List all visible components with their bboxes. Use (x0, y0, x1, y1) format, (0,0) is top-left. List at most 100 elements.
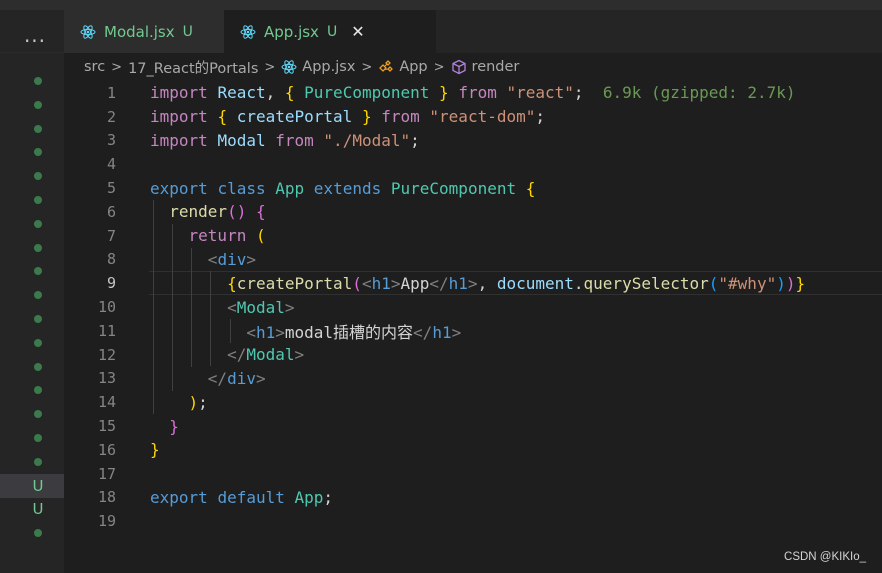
class-icon (379, 60, 394, 72)
dot-icon (34, 172, 42, 181)
git-dot-marker (0, 331, 64, 355)
line-number: 19 (97, 512, 116, 531)
code-text: ); (188, 392, 208, 412)
git-dot-marker (0, 140, 64, 164)
code-line: 9 {createPortal(<h1>App</h1>, document.q… (64, 271, 882, 295)
dot-icon (34, 124, 42, 133)
code-text: </div> (207, 368, 266, 388)
git-dot-marker (0, 283, 64, 307)
line-number: 9 (106, 274, 116, 293)
git-dot-marker (0, 259, 64, 283)
git-dot-marker (0, 93, 64, 117)
line-number: 15 (97, 417, 116, 436)
untracked-badge: U (32, 500, 44, 519)
line-number: 14 (97, 393, 116, 412)
breadcrumb: src > 17_React的Portals > App.jsx > App >… (64, 53, 882, 81)
git-dot-marker (0, 450, 64, 474)
git-dot-marker (0, 117, 64, 141)
tab-app-jsx[interactable]: App.jsx U ✕ (224, 10, 436, 53)
breadcrumb-item-class[interactable]: App (378, 59, 428, 75)
breadcrumb-item-method[interactable]: render (451, 59, 520, 75)
tab-modal-jsx[interactable]: Modal.jsx U (64, 10, 224, 53)
git-dot-marker (0, 69, 64, 93)
line-number: 13 (97, 369, 116, 388)
code-editor[interactable]: 1 import React, { PureComponent } from "r… (64, 81, 882, 573)
tab-label: App.jsx (264, 22, 319, 41)
code-line: 16} (64, 438, 882, 462)
code-text: <div> (207, 249, 256, 269)
code-line: 10 <Modal> (64, 295, 882, 319)
dot-icon (34, 77, 42, 85)
git-dot-marker (0, 212, 64, 236)
git-dot-marker (0, 402, 64, 426)
git-status-badge: U (326, 23, 338, 40)
git-status-badge: U (182, 23, 193, 40)
code-text: } (169, 416, 179, 436)
breadcrumb-item-file[interactable]: App.jsx (281, 59, 355, 75)
dot-icon (34, 362, 42, 371)
breadcrumb-label: 17_React的Portals (128, 60, 259, 77)
git-dot-marker (0, 355, 64, 379)
dot-icon (34, 386, 42, 395)
code-line: 3 import Modal from "./Modal"; (64, 129, 882, 153)
code-line: 6 render() { (64, 200, 882, 224)
git-dot-marker (0, 426, 64, 450)
dot-icon (34, 148, 42, 157)
git-dot-marker (0, 236, 64, 260)
line-number: 3 (106, 131, 116, 150)
code-text: export default App; (150, 487, 334, 507)
git-dot-marker (0, 188, 64, 212)
line-number: 17 (97, 464, 116, 483)
git-dot-marker (0, 307, 64, 331)
line-number: 8 (106, 250, 116, 269)
watermark: CSDN @KIKIo_ (784, 551, 866, 563)
react-icon (281, 60, 297, 74)
close-icon[interactable]: ✕ (351, 22, 364, 41)
dot-icon (34, 434, 42, 442)
git-untracked-marker: U (0, 497, 64, 521)
code-text: export class App extends PureComponent { (150, 178, 536, 198)
code-line: 19 (64, 509, 882, 533)
method-cube-icon (451, 59, 466, 75)
dot-icon (34, 100, 42, 109)
code-line: 4 (64, 152, 882, 176)
dot-icon (34, 315, 42, 323)
line-number: 5 (106, 179, 116, 198)
line-number: 7 (106, 226, 116, 245)
tab-label: Modal.jsx (104, 22, 175, 41)
code-line: 11 <h1>modal插槽的内容</h1> (64, 319, 882, 343)
breadcrumb-item-src[interactable]: src (84, 59, 105, 75)
git-dot-marker (0, 164, 64, 188)
code-text: <Modal> (227, 297, 295, 317)
line-number: 1 (106, 83, 116, 102)
code-text: <h1>modal插槽的内容</h1> (246, 322, 462, 342)
code-text: import Modal from "./Modal"; (150, 130, 420, 150)
more-actions-button[interactable]: ··· (20, 26, 50, 56)
dot-icon (34, 529, 42, 538)
code-line: 13 </div> (64, 367, 882, 391)
chevron-right-icon: > (361, 59, 373, 75)
react-icon (80, 24, 96, 39)
code-line: 2 import { createPortal } from "react-dom… (64, 105, 882, 129)
line-number: 16 (97, 440, 116, 459)
chevron-right-icon: > (433, 59, 445, 75)
code-text: {createPortal(<h1>App</h1>, document.que… (227, 273, 806, 293)
code-line: 12 </Modal> (64, 343, 882, 367)
tab-overflow-area: ··· (0, 10, 64, 53)
untracked-badge: U (32, 476, 44, 495)
line-number: 2 (106, 107, 116, 126)
code-line: 7 return ( (64, 224, 882, 248)
breadcrumb-label: src (84, 59, 106, 75)
code-text: import { createPortal } from "react-dom"… (150, 107, 546, 127)
breadcrumb-label: App (399, 59, 428, 75)
git-untracked-marker: U (0, 473, 64, 498)
breadcrumb-item-folder[interactable]: 17_React的Portals (128, 57, 258, 78)
code-line: 15 } (64, 414, 882, 438)
chevron-right-icon: > (111, 59, 123, 75)
code-line: 1 import React, { PureComponent } from "r… (64, 81, 882, 105)
breadcrumb-label: App.jsx (302, 59, 356, 75)
breadcrumb-label: render (471, 59, 520, 75)
dot-icon (34, 410, 42, 419)
chevron-right-icon: > (264, 59, 276, 75)
line-number: 18 (97, 488, 116, 507)
